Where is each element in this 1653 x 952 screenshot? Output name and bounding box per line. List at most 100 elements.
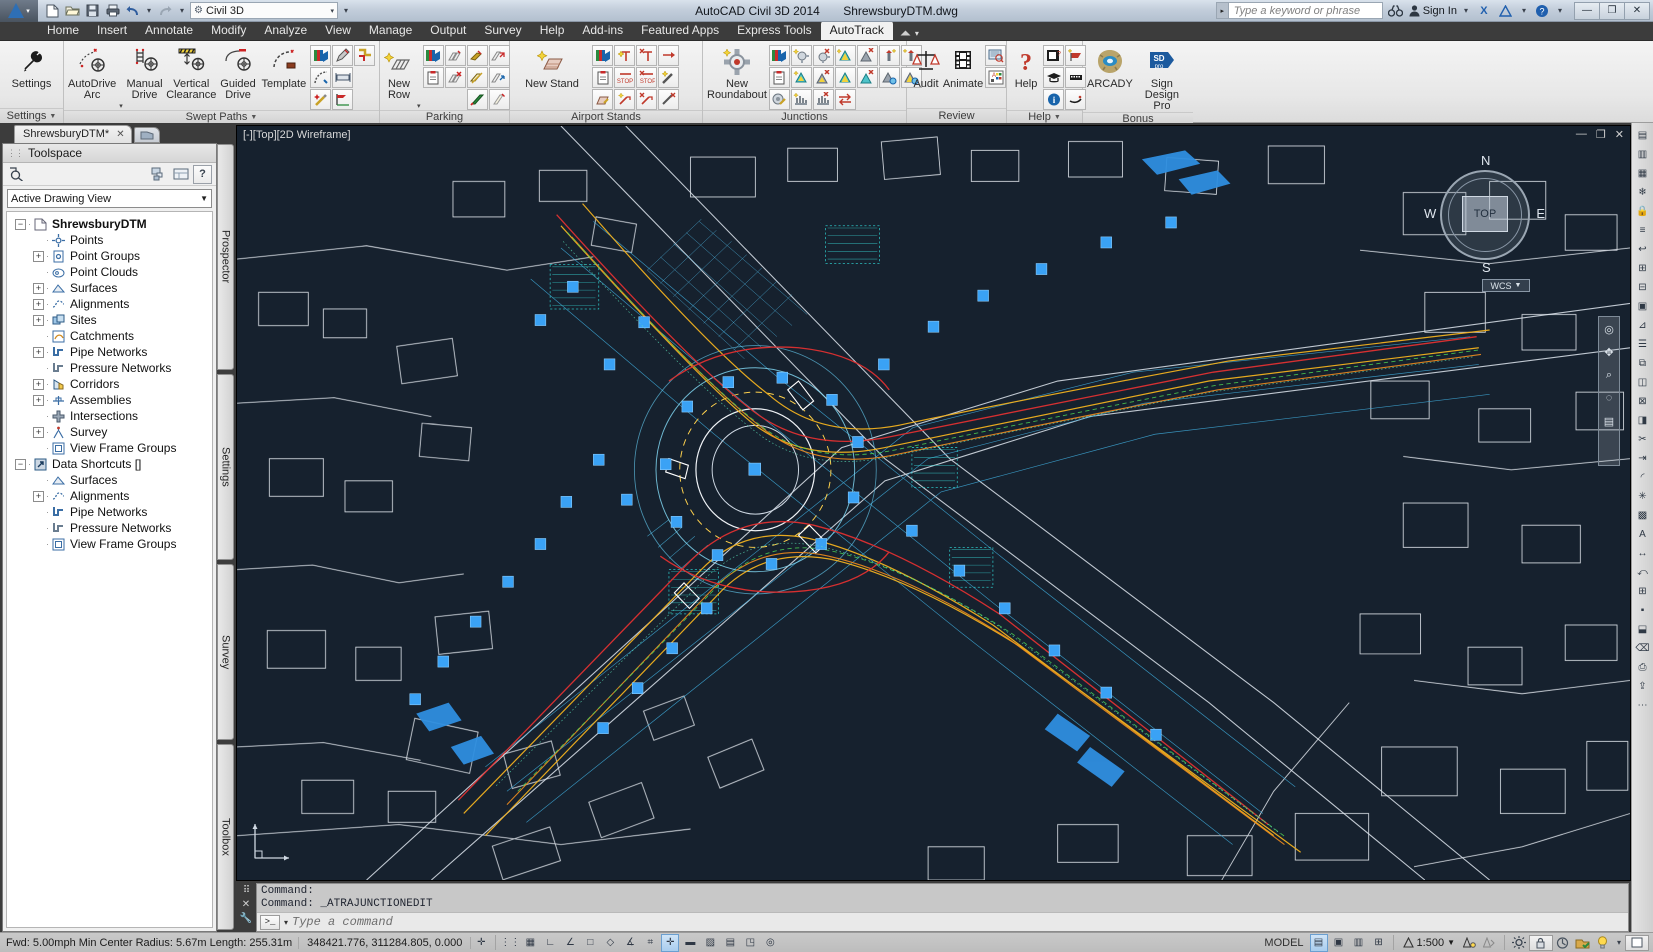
audit-button[interactable]: Audit: [911, 44, 941, 90]
view-cube[interactable]: TOP N S E W: [1426, 156, 1544, 274]
expand-icon[interactable]: +: [33, 299, 44, 310]
copy-icon[interactable]: ⧉: [1633, 354, 1652, 372]
move-bay-icon[interactable]: [489, 67, 510, 88]
new-parking-row-button[interactable]: New Row: [384, 44, 414, 101]
animate-button[interactable]: Animate: [943, 44, 983, 90]
tree-item-shrewsburydtm[interactable]: −·ShrewsburyDTM: [7, 216, 212, 232]
measure-icon[interactable]: ⊿: [1633, 316, 1652, 334]
view-cube-top-face[interactable]: TOP: [1462, 196, 1508, 232]
tree-item-pressure-networks[interactable]: ·Pressure Networks: [7, 520, 212, 536]
drawing-canvas[interactable]: [-][Top][2D Wireframe] — ❐ ✕ TOP N S E W…: [236, 125, 1631, 881]
dock-tab-prospector[interactable]: Prospector: [217, 144, 234, 370]
osnap-icon[interactable]: □: [581, 934, 599, 952]
library-icon[interactable]: [769, 45, 790, 66]
about-info-icon[interactable]: i: [1043, 89, 1064, 110]
search-dropdown-icon[interactable]: ▸: [1216, 2, 1228, 19]
redo-dropdown-icon[interactable]: ▾: [177, 6, 187, 15]
corner-path-icon[interactable]: [354, 45, 375, 66]
add-lane-icon[interactable]: [835, 67, 856, 88]
ribbon-tab-help[interactable]: Help: [531, 21, 574, 40]
chevron-down-icon[interactable]: ▾: [284, 918, 288, 927]
sign-in-button[interactable]: Sign In: [1409, 5, 1457, 17]
expand-icon[interactable]: +: [33, 427, 44, 438]
layer-lock-icon[interactable]: 🔒: [1633, 202, 1652, 220]
del-lane-icon[interactable]: [857, 67, 878, 88]
tree-item-pipe-networks[interactable]: ·Pipe Networks: [7, 504, 212, 520]
showmotion-icon[interactable]: ▤: [1601, 413, 1617, 429]
edit-path-icon[interactable]: [332, 45, 353, 66]
tree-item-catchments[interactable]: ·Catchments: [7, 328, 212, 344]
panel-title-settings[interactable]: Settings▼: [0, 108, 63, 123]
dock-tab-toolbox[interactable]: Toolbox: [217, 744, 234, 930]
tree-item-sites[interactable]: +·Sites: [7, 312, 212, 328]
tree-item-pipe-networks[interactable]: +·Pipe Networks: [7, 344, 212, 360]
close-button[interactable]: ✕: [1624, 2, 1650, 20]
viewport-label[interactable]: [-][Top][2D Wireframe]: [243, 129, 351, 141]
trim-icon[interactable]: ✂: [1633, 430, 1652, 448]
fillet-icon[interactable]: ◜: [1633, 468, 1652, 486]
expand-icon[interactable]: +: [33, 347, 44, 358]
viewport-maximize-icon[interactable]: ❐: [1596, 128, 1606, 141]
workspace-gear-icon[interactable]: [1510, 934, 1528, 952]
a360-dropdown-icon[interactable]: ▾: [1519, 6, 1529, 15]
ucs-selector[interactable]: WCS ▼: [1482, 279, 1530, 292]
offset-icon[interactable]: ◨: [1633, 411, 1652, 429]
dimension-icon[interactable]: ↔: [1633, 544, 1652, 562]
section-icon[interactable]: [332, 67, 353, 88]
green-bay-icon[interactable]: [467, 89, 488, 110]
viewport-minimize-icon[interactable]: —: [1576, 128, 1587, 141]
ribbon-tab-analyze[interactable]: Analyze: [255, 21, 316, 40]
more-tools-icon[interactable]: ⋯: [1633, 696, 1652, 714]
expand-icon[interactable]: +: [33, 395, 44, 406]
annotation-scale-button[interactable]: 1:500 ▼: [1398, 937, 1460, 949]
swing-path-icon[interactable]: [310, 67, 331, 88]
undo-dropdown-icon[interactable]: ▾: [144, 6, 154, 15]
tree-item-view-frame-groups[interactable]: ·View Frame Groups: [7, 536, 212, 552]
expand-icon[interactable]: +: [33, 251, 44, 262]
dock-tab-survey[interactable]: Survey: [217, 564, 234, 740]
expand-icon[interactable]: +: [33, 379, 44, 390]
quickview-drawings-icon[interactable]: ▥: [1350, 934, 1368, 952]
panel-title-review[interactable]: Review: [907, 108, 1006, 123]
del-taxiline-icon[interactable]: [636, 45, 657, 66]
transparency-icon[interactable]: ▨: [701, 934, 719, 952]
status-overflow-icon[interactable]: ▾: [1613, 938, 1625, 947]
del-island-icon[interactable]: [813, 67, 834, 88]
del-marking2-icon[interactable]: [658, 89, 679, 110]
new-roundabout-button[interactable]: New Roundabout: [707, 44, 767, 101]
tree-item-assemblies[interactable]: +·Assemblies: [7, 392, 212, 408]
match-layer-icon[interactable]: ≡: [1633, 221, 1652, 239]
undo-icon[interactable]: [124, 2, 141, 19]
workspace-selector[interactable]: ⚙ Civil 3D ▾: [190, 2, 338, 19]
lightbulb-icon[interactable]: [1594, 934, 1612, 952]
array-icon[interactable]: ⊠: [1633, 392, 1652, 410]
add-arm-icon[interactable]: [791, 45, 812, 66]
tree-item-point-clouds[interactable]: ·Point Clouds: [7, 264, 212, 280]
xref-icon[interactable]: ⬓: [1633, 620, 1652, 638]
guided-drive-button[interactable]: Guided Drive: [218, 44, 257, 101]
expand-icon[interactable]: +: [33, 315, 44, 326]
ribbon-tab-insert[interactable]: Insert: [88, 21, 136, 40]
new-row-dropdown-icon[interactable]: ▾: [417, 102, 421, 110]
tree-item-corridors[interactable]: +·Corridors: [7, 376, 212, 392]
tree-item-data-shortcuts[interactable]: −·Data Shortcuts []: [7, 456, 212, 472]
tree-item-point-groups[interactable]: +·Point Groups: [7, 248, 212, 264]
del-arm-icon[interactable]: [813, 45, 834, 66]
steering-wheel-icon[interactable]: ◎: [1601, 321, 1617, 337]
view-selector[interactable]: Active Drawing View ▼: [7, 189, 212, 208]
help-icon[interactable]: ?: [193, 165, 212, 184]
panel-title-help[interactable]: Help▼: [1007, 110, 1082, 123]
binoculars-icon[interactable]: [1387, 2, 1405, 19]
annotation-monitor-icon[interactable]: ◎: [761, 934, 779, 952]
tree-item-points[interactable]: ·Points: [7, 232, 212, 248]
layer-off-icon[interactable]: ▦: [1633, 164, 1652, 182]
command-input[interactable]: Type a command: [292, 915, 393, 929]
library-icon[interactable]: [423, 45, 444, 66]
lineweight-icon[interactable]: ▬: [681, 934, 699, 952]
vehicle-library-icon[interactable]: [310, 45, 331, 66]
autodrive-arc-button[interactable]: AutoDrive Arc: [68, 44, 116, 101]
text-icon[interactable]: A: [1633, 525, 1652, 543]
hatch-icon[interactable]: ▩: [1633, 506, 1652, 524]
report-icon[interactable]: [985, 45, 1006, 66]
ribbon-tab-manage[interactable]: Manage: [360, 21, 421, 40]
